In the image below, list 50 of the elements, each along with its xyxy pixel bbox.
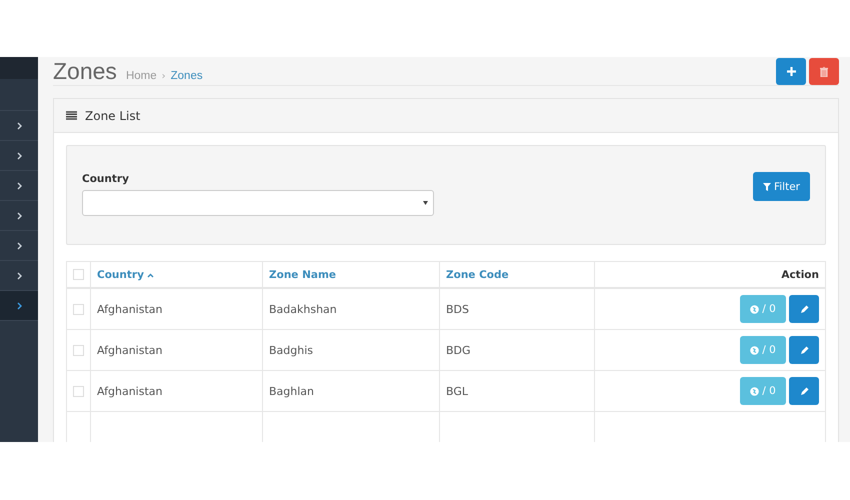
edit-button[interactable] (789, 377, 819, 405)
chevron-right-icon (16, 152, 22, 160)
table-cell: Afghanistan (97, 302, 162, 316)
checkbox[interactable] (73, 386, 84, 396)
pencil-icon (800, 386, 808, 396)
chevron-right-icon (16, 182, 22, 190)
funnel-icon (762, 182, 771, 190)
chevron-right-icon (16, 122, 22, 130)
breadcrumb-link[interactable]: Zones (170, 70, 203, 82)
edit-button[interactable] (789, 336, 819, 364)
pencil-icon (800, 304, 808, 314)
checkbox[interactable] (73, 304, 84, 314)
column-header: Action (781, 269, 819, 281)
chevron-right-icon (16, 272, 22, 280)
chevron-right-icon (16, 212, 22, 220)
panel-title: Zone List (85, 108, 140, 122)
sidebar-item[interactable] (0, 291, 38, 321)
column-header[interactable]: Zone Code (446, 269, 509, 281)
table-cell: Badakhshan (269, 302, 337, 316)
zones-count-button[interactable]: / 0 (740, 336, 786, 364)
caret-icon (423, 201, 428, 205)
checkbox[interactable] (73, 269, 84, 280)
chevron-right-icon (16, 242, 22, 250)
zones-count-button[interactable]: / 0 (740, 295, 786, 323)
table-cell: Badghis (269, 344, 314, 356)
page-title: Zones (53, 57, 117, 85)
table-cell: BDS (446, 302, 469, 316)
table-cell: BGL (446, 384, 468, 398)
table-cell: Baghlan (269, 384, 314, 398)
add-button[interactable] (776, 58, 806, 85)
country-select[interactable] (82, 190, 434, 216)
breadcrumb-link[interactable]: Home (126, 70, 157, 82)
filter-button[interactable]: Filter (752, 172, 810, 201)
field-label: Country (82, 173, 130, 185)
sidebar-header (0, 57, 38, 79)
pencil-icon (800, 346, 808, 354)
column-header[interactable]: Zone Name (269, 269, 336, 281)
trash-icon (820, 66, 828, 76)
list-icon (66, 111, 77, 120)
zones-count-button[interactable]: / 0 (740, 377, 786, 405)
table-cell: Afghanistan (97, 344, 162, 356)
chevron-right-icon (16, 302, 22, 310)
edit-button[interactable] (789, 295, 819, 323)
delete-button[interactable] (809, 58, 839, 85)
checkbox[interactable] (73, 344, 84, 356)
plus-icon (786, 67, 796, 76)
table-cell: BDG (446, 344, 471, 356)
breadcrumb-separator-icon: › (162, 71, 166, 82)
column-header[interactable]: Country (97, 269, 154, 281)
table-cell: Afghanistan (97, 384, 162, 398)
